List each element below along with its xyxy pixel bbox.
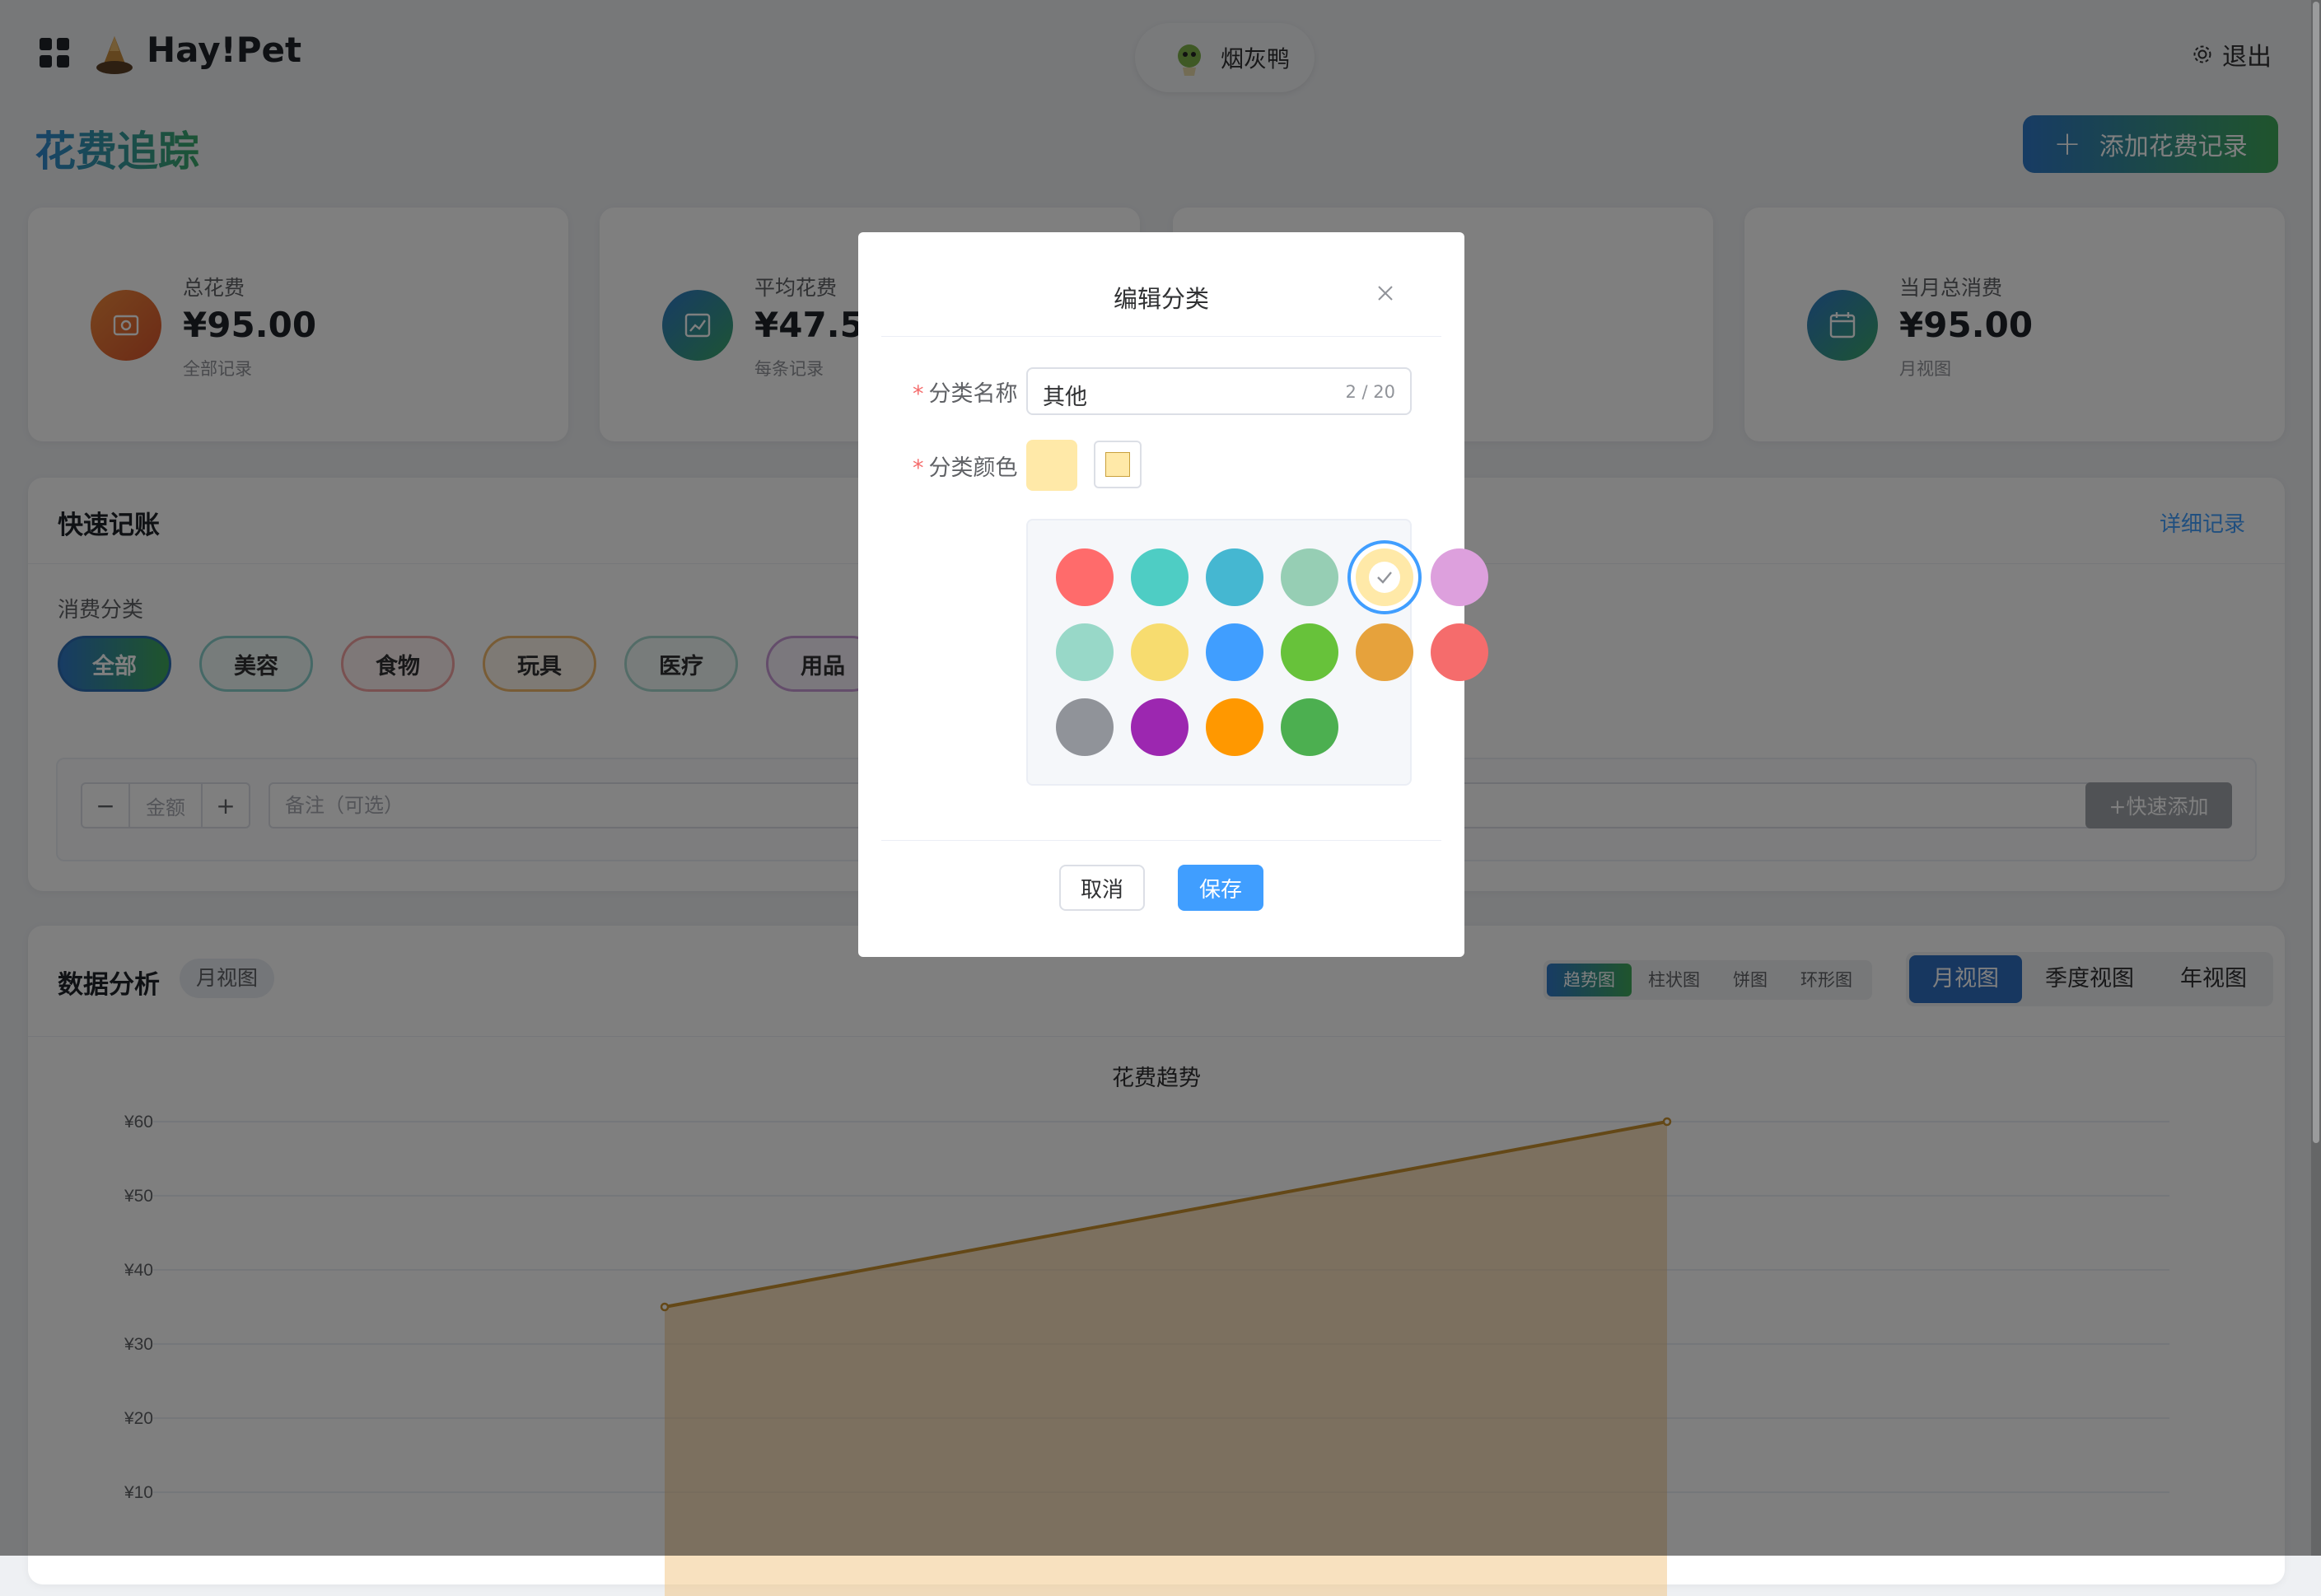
- color-option[interactable]: [1356, 623, 1413, 681]
- color-option[interactable]: [1281, 623, 1338, 681]
- color-option[interactable]: [1131, 623, 1189, 681]
- check-icon: [1369, 562, 1400, 593]
- scrollbar-thumb[interactable]: [2313, 2, 2319, 1143]
- name-label-text: 分类名称: [928, 381, 1018, 407]
- color-option[interactable]: [1281, 548, 1338, 606]
- color-field-label: * 分类颜色: [913, 450, 1018, 482]
- color-picker-swatch: [1105, 452, 1130, 477]
- selected-color-preview: [1026, 440, 1077, 491]
- color-option[interactable]: [1056, 548, 1114, 606]
- color-option[interactable]: [1131, 548, 1189, 606]
- save-button[interactable]: 保存: [1178, 865, 1263, 911]
- color-option[interactable]: [1431, 623, 1488, 681]
- color-option[interactable]: [1206, 698, 1263, 756]
- page-scrollbar[interactable]: [2311, 0, 2321, 1556]
- required-mark: *: [913, 381, 924, 407]
- color-option[interactable]: [1056, 698, 1114, 756]
- color-option[interactable]: [1206, 548, 1263, 606]
- char-counter: 2 / 20: [1345, 382, 1395, 402]
- color-option[interactable]: [1206, 623, 1263, 681]
- color-option[interactable]: [1056, 623, 1114, 681]
- color-label-text: 分类颜色: [928, 455, 1018, 481]
- edit-category-dialog: 编辑分类 * 分类名称 其他 2 / 20 * 分类颜色 取消 保存: [858, 232, 1488, 957]
- color-option[interactable]: [1281, 698, 1338, 756]
- color-palette: [1026, 519, 1488, 786]
- color-picker-trigger[interactable]: [1094, 441, 1142, 488]
- dialog-header-divider: [881, 336, 1441, 337]
- close-icon[interactable]: [1374, 282, 1397, 305]
- category-name-value: 其他: [1043, 385, 1087, 410]
- required-mark: *: [913, 455, 924, 481]
- name-field-label: * 分类名称: [913, 376, 1018, 408]
- category-name-input[interactable]: 其他 2 / 20: [1026, 367, 1412, 415]
- color-option[interactable]: [1356, 548, 1413, 606]
- color-option[interactable]: [1431, 548, 1488, 606]
- dialog-footer-divider: [881, 840, 1441, 841]
- color-option[interactable]: [1131, 698, 1189, 756]
- cancel-button[interactable]: 取消: [1059, 865, 1145, 911]
